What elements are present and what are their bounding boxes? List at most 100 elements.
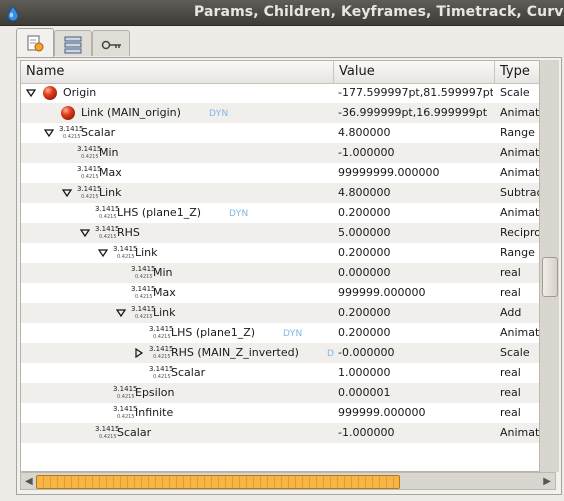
param-name: Scalar: [117, 426, 152, 439]
param-name: RHS: [117, 226, 140, 239]
tab-keyframes[interactable]: [92, 30, 130, 56]
expander-open-icon[interactable]: [98, 248, 108, 258]
tree-row[interactable]: 3.1415 0.4215 LHS (plane1_Z) DYN 0.200000 Ani…: [21, 203, 557, 223]
tree-row[interactable]: 3.1415 0.4215 Min -1.000000 Animated: [21, 143, 557, 163]
real-icon-bottom-text: 0.4215: [153, 374, 171, 380]
tree-row[interactable]: 3.14150.4215RHS (MAIN_Z_inverted) DYN -0.0…: [21, 343, 557, 363]
origin-point-icon: [43, 86, 57, 100]
value-cell[interactable]: 0.200000: [338, 303, 493, 323]
dyn-badge: DYN: [209, 109, 229, 119]
real-icon-bottom-text: 0.4215: [99, 434, 117, 440]
real-icon-bottom-text: 0.4215: [135, 294, 153, 300]
tree-row[interactable]: 3.1415 0.4215 Scalar 4.800000 Range: [21, 123, 557, 143]
real-value-icon: 3.1415 0.4215: [131, 284, 156, 302]
horizontal-scrollbar-thumb[interactable]: [36, 475, 400, 489]
tree-row[interactable]: 3.1415 0.4215 Link 4.800000 Subtract: [21, 183, 557, 203]
value-cell[interactable]: 4.800000: [338, 183, 493, 203]
tree-row[interactable]: 3.1415 0.4215 Link 0.200000 Add: [21, 303, 557, 323]
app-icon: [7, 5, 19, 21]
vertical-scrollbar-thumb[interactable]: [542, 257, 558, 297]
param-name: LHS (plane1_Z): [171, 326, 256, 339]
real-icon-bottom-text: 0.4215: [117, 394, 135, 400]
expander-open-icon[interactable]: [80, 228, 90, 238]
real-value-icon: 3.1415 0.4215: [149, 324, 174, 342]
tree-row[interactable]: Origin -177.599997pt,81.599997pt Scale: [21, 83, 557, 103]
param-name: Scalar: [81, 126, 116, 139]
real-value-icon: 3.1415 0.4215: [77, 164, 102, 182]
window-titlebar[interactable]: Params, Children, Keyframes, Timetrack, …: [0, 0, 564, 26]
value-cell[interactable]: 0.200000: [338, 203, 493, 223]
param-name: Origin: [63, 86, 97, 99]
name-cell: 3.1415 0.4215 Link: [21, 183, 334, 203]
tree-row[interactable]: 3.1415 0.4215 Scalar -1.000000 Animated: [21, 423, 557, 443]
value-cell[interactable]: -1.000000: [338, 423, 493, 443]
real-value-icon: 3.1415 0.4215: [131, 264, 156, 282]
value-cell[interactable]: 0.000001: [338, 383, 493, 403]
param-name: LHS (plane1_Z): [117, 206, 202, 219]
real-icon-top-text: 3.1415: [77, 185, 102, 193]
tab-params[interactable]: [16, 28, 54, 58]
value-cell[interactable]: 5.000000: [338, 223, 493, 243]
scroll-left-arrow-icon[interactable]: ◀: [25, 476, 33, 487]
real-icon-top-text: 3.1415: [131, 305, 156, 313]
column-header-name[interactable]: Name: [21, 61, 334, 83]
params-panel-icon: [27, 35, 44, 52]
value-cell[interactable]: 0.000000: [338, 263, 493, 283]
real-icon-top-text: 3.1415: [149, 365, 174, 373]
origin-point-icon: [61, 106, 75, 120]
value-cell[interactable]: 0.200000: [338, 323, 493, 343]
children-panel-icon: [64, 36, 82, 54]
tree-row[interactable]: 3.1415 0.4215 Min 0.000000 real: [21, 263, 557, 283]
value-cell[interactable]: 999999.000000: [338, 403, 493, 423]
tree-row[interactable]: 3.1415 0.4215 LHS (plane1_Z) DYN 0.200000 Ani…: [21, 323, 557, 343]
real-icon-top-text: 3.1415: [131, 285, 156, 293]
name-cell: 3.1415 0.4215 Link: [21, 303, 334, 323]
dyn-badge: DYN: [283, 329, 303, 339]
value-cell[interactable]: -177.599997pt,81.599997pt: [338, 83, 493, 103]
real-icon-bottom-text: 0.4215: [117, 254, 135, 260]
value-cell[interactable]: 1.000000: [338, 363, 493, 383]
expander-open-icon[interactable]: [62, 188, 72, 198]
tree-row[interactable]: 3.1415 0.4215 Epsilon 0.000001 real: [21, 383, 557, 403]
tree-row[interactable]: Link (MAIN_origin) DYN -36.999999pt,16.999…: [21, 103, 557, 123]
column-header-value[interactable]: Value: [334, 61, 495, 83]
name-cell: 3.14150.4215RHS (MAIN_Z_inverted) DYN: [21, 343, 334, 363]
param-name: Link: [135, 246, 158, 259]
value-cell[interactable]: -36.999999pt,16.999999pt: [338, 103, 493, 123]
tree-row[interactable]: 3.1415 0.4215 Max 99999999.000000 Animated: [21, 163, 557, 183]
name-cell: 3.1415 0.4215 Scalar: [21, 363, 334, 383]
tree-row[interactable]: 3.1415 0.4215 Link 0.200000 Range: [21, 243, 557, 263]
real-value-icon: 3.1415 0.4215: [149, 364, 174, 382]
tree-row[interactable]: 3.1415 0.4215 RHS 5.000000 Reciproca: [21, 223, 557, 243]
value-cell[interactable]: -0.000000: [338, 343, 493, 363]
param-name: Min: [99, 146, 119, 159]
value-cell[interactable]: 0.200000: [338, 243, 493, 263]
tree-row[interactable]: 3.1415 0.4215 Scalar 1.000000 real: [21, 363, 557, 383]
value-cell[interactable]: 99999999.000000: [338, 163, 493, 183]
tree-row[interactable]: 3.1415 0.4215 Infinite 999999.000000 real: [21, 403, 557, 423]
expander-closed-icon[interactable]: [134, 348, 144, 358]
real-icon-top-text: 3.1415: [95, 205, 120, 213]
expander-open-icon[interactable]: [26, 88, 36, 98]
param-name: Link: [99, 186, 122, 199]
value-cell[interactable]: -1.000000: [338, 143, 493, 163]
real-icon-top-text: 3.1415: [77, 165, 102, 173]
real-icon-bottom-text: 0.4215: [81, 174, 99, 180]
params-tree[interactable]: Name Value Type Origin -177.599997pt,81.5…: [20, 60, 558, 472]
name-cell: 3.1415 0.4215 RHS: [21, 223, 334, 243]
real-value-icon: 3.1415 0.4215: [149, 344, 174, 362]
scroll-right-arrow-icon[interactable]: ▶: [543, 476, 551, 487]
name-cell: 3.1415 0.4215 Scalar: [21, 423, 334, 443]
name-cell: 3.1415 0.4215 Scalar: [21, 123, 334, 143]
expander-open-icon[interactable]: [116, 308, 126, 318]
name-cell: 3.1415 0.4215 Link: [21, 243, 334, 263]
value-cell[interactable]: 999999.000000: [338, 283, 493, 303]
tab-children[interactable]: [54, 30, 92, 56]
param-name: Link (MAIN_origin): [81, 106, 181, 119]
value-cell[interactable]: 4.800000: [338, 123, 493, 143]
real-value-icon: 3.1415 0.4215: [113, 404, 138, 422]
real-icon-bottom-text: 0.4215: [153, 334, 171, 340]
name-cell: 3.1415 0.4215 Epsilon: [21, 383, 334, 403]
tree-row[interactable]: 3.1415 0.4215 Max 999999.000000 real: [21, 283, 557, 303]
expander-open-icon[interactable]: [44, 128, 54, 138]
